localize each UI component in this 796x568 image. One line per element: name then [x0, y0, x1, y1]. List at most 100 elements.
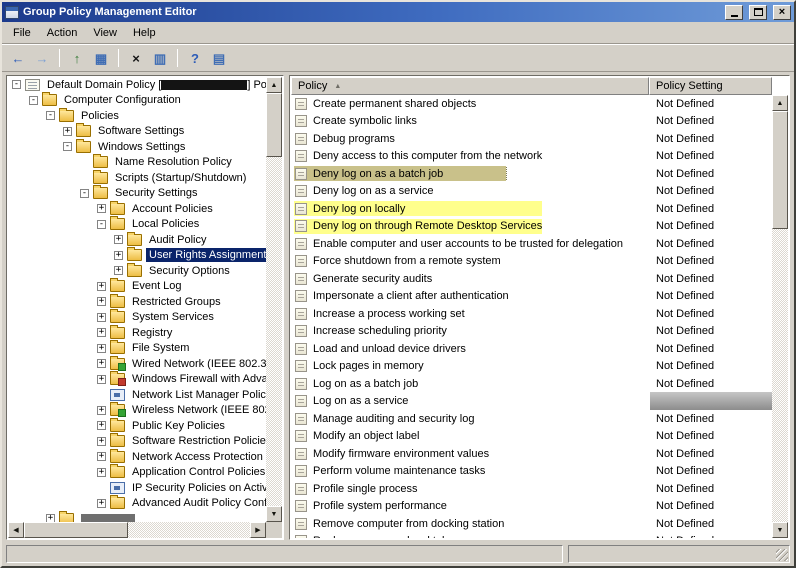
tree-item[interactable]: -Default Domain Policy [] Policy	[8, 77, 266, 93]
tree-item-restricted-groups[interactable]: +Restricted Groups	[8, 294, 266, 310]
show-hide-console-tree-button[interactable]: ▦	[90, 47, 112, 69]
collapse-icon[interactable]: -	[46, 111, 55, 120]
tree-item-windows-settings[interactable]: -Windows Settings	[8, 139, 266, 155]
policy-row[interactable]: Lock pages in memoryNot Defined	[291, 358, 772, 376]
minimize-button[interactable]	[725, 5, 743, 20]
expand-icon[interactable]: +	[97, 437, 106, 446]
maximize-button[interactable]	[749, 5, 767, 20]
tree-horizontal-scrollbar[interactable]: ◀ ▶	[8, 522, 266, 538]
policy-row[interactable]: Deny log on as a serviceNot Defined	[291, 183, 772, 201]
expand-icon[interactable]: +	[46, 514, 55, 522]
policy-row[interactable]: Manage auditing and security logNot Defi…	[291, 410, 772, 428]
expand-icon[interactable]: +	[63, 127, 72, 136]
help-button[interactable]: ?	[184, 47, 206, 69]
expand-icon[interactable]: +	[97, 313, 106, 322]
scroll-up-icon[interactable]: ▲	[266, 77, 282, 93]
tree-item-file-system[interactable]: +File System	[8, 341, 266, 357]
expand-icon[interactable]: +	[97, 421, 106, 430]
expand-icon[interactable]: +	[97, 282, 106, 291]
menu-action[interactable]: Action	[39, 24, 86, 42]
policy-row[interactable]: Increase scheduling priorityNot Defined	[291, 323, 772, 341]
menu-file[interactable]: File	[5, 24, 39, 42]
collapse-icon[interactable]: -	[80, 189, 89, 198]
policy-row[interactable]: Profile single processNot Defined	[291, 480, 772, 498]
scrollbar-thumb[interactable]	[24, 522, 128, 538]
tree-item-network-access-protection[interactable]: +Network Access Protection	[8, 449, 266, 465]
policy-setting-column-header[interactable]: Policy Setting	[649, 77, 772, 95]
tree-item-policies[interactable]: -Policies	[8, 108, 266, 124]
scroll-left-icon[interactable]: ◀	[8, 522, 24, 538]
forward-button[interactable]: →	[31, 47, 53, 69]
tree-vertical-scrollbar[interactable]: ▲ ▼	[266, 77, 282, 522]
policy-column-header[interactable]: Policy ▲	[291, 77, 649, 95]
tree-item-application-control-policies[interactable]: +Application Control Policies	[8, 465, 266, 481]
policy-row[interactable]: Log on as a batch jobNot Defined	[291, 375, 772, 393]
policy-row[interactable]: Load and unload device driversNot Define…	[291, 340, 772, 358]
tree-item-advanced-audit-policy-configu[interactable]: +Advanced Audit Policy Configu	[8, 496, 266, 512]
scroll-right-icon[interactable]: ▶	[250, 522, 266, 538]
tree-item-wireless-network-ieee-802-1[interactable]: +Wireless Network (IEEE 802.1	[8, 403, 266, 419]
tree-item-network-list-manager-policies[interactable]: Network List Manager Policies	[8, 387, 266, 403]
tree-item-security-options[interactable]: +Security Options	[8, 263, 266, 279]
expand-icon[interactable]: +	[97, 344, 106, 353]
policy-row[interactable]: Deny access to this computer from the ne…	[291, 148, 772, 166]
resize-grip[interactable]	[776, 549, 788, 561]
policy-row[interactable]: Debug programsNot Defined	[291, 130, 772, 148]
tree-item-ip-security-policies-on-active-d[interactable]: IP Security Policies on Active D	[8, 480, 266, 496]
delete-button[interactable]: ×	[125, 47, 147, 69]
policy-row[interactable]: Deny log on as a batch jobNot Defined	[291, 165, 772, 183]
policy-row[interactable]: Create permanent shared objectsNot Defin…	[291, 95, 772, 113]
policy-row[interactable]: Modify firmware environment valuesNot De…	[291, 445, 772, 463]
tree-item-security-settings[interactable]: -Security Settings	[8, 186, 266, 202]
menu-help[interactable]: Help	[125, 24, 164, 42]
expand-icon[interactable]: +	[114, 266, 123, 275]
tree-item-public-key-policies[interactable]: +Public Key Policies	[8, 418, 266, 434]
menu-view[interactable]: View	[85, 24, 125, 42]
policy-row[interactable]: Modify an object labelNot Defined	[291, 428, 772, 446]
tree-item[interactable]: +	[8, 511, 266, 522]
tree-item-computer-configuration[interactable]: -Computer Configuration	[8, 93, 266, 109]
collapse-icon[interactable]: -	[97, 220, 106, 229]
export-list-button[interactable]: ▥	[149, 47, 171, 69]
policy-row[interactable]: Impersonate a client after authenticatio…	[291, 288, 772, 306]
expand-icon[interactable]: +	[97, 375, 106, 384]
scrollbar-thumb[interactable]	[772, 111, 788, 229]
tree-item-scripts-startup-shutdown[interactable]: Scripts (Startup/Shutdown)	[8, 170, 266, 186]
tree-item-audit-policy[interactable]: +Audit Policy	[8, 232, 266, 248]
tree-item-user-rights-assignment[interactable]: +User Rights Assignment	[8, 248, 266, 264]
policy-row[interactable]: Generate security auditsNot Defined	[291, 270, 772, 288]
title-bar[interactable]: Group Policy Management Editor ×	[2, 2, 794, 22]
collapse-icon[interactable]: -	[63, 142, 72, 151]
expand-icon[interactable]: +	[97, 204, 106, 213]
show-hide-action-pane-button[interactable]: ▤	[208, 47, 230, 69]
scroll-up-icon[interactable]: ▲	[772, 95, 788, 111]
tree-item-software-restriction-policies[interactable]: +Software Restriction Policies	[8, 434, 266, 450]
policy-row[interactable]: Log on as a service	[291, 393, 772, 411]
expand-icon[interactable]: +	[114, 235, 123, 244]
policy-row[interactable]: Remove computer from docking stationNot …	[291, 515, 772, 533]
up-one-level-button[interactable]: ↑	[66, 47, 88, 69]
tree-item-event-log[interactable]: +Event Log	[8, 279, 266, 295]
tree-item-registry[interactable]: +Registry	[8, 325, 266, 341]
tree-item-account-policies[interactable]: +Account Policies	[8, 201, 266, 217]
back-button[interactable]: ←	[7, 47, 29, 69]
scroll-down-icon[interactable]: ▼	[266, 506, 282, 522]
list-vertical-scrollbar[interactable]: ▲ ▼	[772, 95, 788, 538]
policy-row[interactable]: Deny log on locallyNot Defined	[291, 200, 772, 218]
close-button[interactable]: ×	[773, 5, 791, 20]
policy-row[interactable]: Enable computer and user accounts to be …	[291, 235, 772, 253]
policy-row[interactable]: Profile system performanceNot Defined	[291, 498, 772, 516]
collapse-icon[interactable]: -	[12, 80, 21, 89]
scrollbar-thumb[interactable]	[266, 93, 282, 157]
expand-icon[interactable]: +	[97, 468, 106, 477]
collapse-icon[interactable]: -	[29, 96, 38, 105]
tree-item-name-resolution-policy[interactable]: Name Resolution Policy	[8, 155, 266, 171]
policy-row[interactable]: Deny log on through Remote Desktop Servi…	[291, 218, 772, 236]
expand-icon[interactable]: +	[97, 452, 106, 461]
policy-row[interactable]: Replace a process level tokenNot Defined	[291, 533, 772, 539]
expand-icon[interactable]: +	[97, 359, 106, 368]
expand-icon[interactable]: +	[114, 251, 123, 260]
tree-item-wired-network-ieee-802-3-p[interactable]: +Wired Network (IEEE 802.3) P	[8, 356, 266, 372]
scroll-down-icon[interactable]: ▼	[772, 522, 788, 538]
expand-icon[interactable]: +	[97, 406, 106, 415]
